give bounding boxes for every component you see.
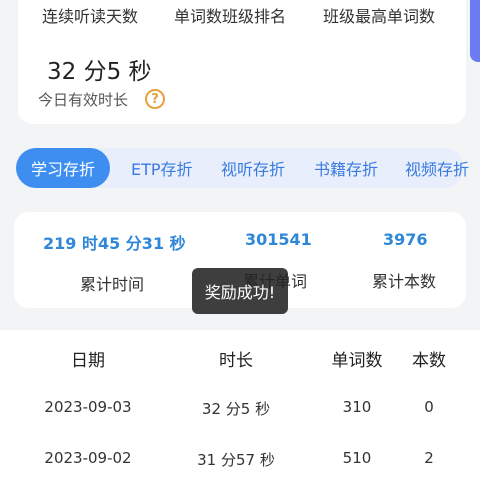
- tab-study-passbook[interactable]: 学习存折: [16, 148, 110, 188]
- stat-consecutive-days-label: 连续听读天数: [42, 7, 139, 26]
- reward-success-toast: 奖励成功!: [192, 268, 288, 314]
- table-header-duration: 时长: [219, 351, 253, 371]
- today-duration-label: 今日有效时长: [38, 91, 129, 109]
- total-books-label: 累计本数: [372, 272, 437, 291]
- stat-labels-row: 连续听读天数 单词数班级排名 班级最高单词数: [0, 0, 480, 28]
- today-duration-value: 32 分5 秒: [47, 59, 152, 85]
- stat-class-max-label: 班级最高单词数: [323, 7, 436, 26]
- table-cell-date: 2023-09-02: [44, 449, 132, 467]
- total-books-value: 3976: [383, 230, 428, 249]
- passbook-tabs: 学习存折 ETP存折 视听存折 书籍存折 视频存折: [16, 148, 469, 188]
- table-header-words: 单词数: [331, 351, 383, 371]
- total-words-value: 301541: [245, 230, 312, 249]
- table-cell-duration: 31 分57 秒: [197, 451, 275, 469]
- stat-class-rank-label: 单词数班级排名: [174, 7, 287, 26]
- tab-book-passbook[interactable]: 书籍存折: [314, 148, 378, 188]
- total-time-label: 累计时间: [80, 275, 145, 294]
- table-cell-date: 2023-09-03: [44, 398, 132, 416]
- table-cell-words: 310: [342, 398, 372, 416]
- table-header-date: 日期: [71, 351, 105, 371]
- help-icon[interactable]: ?: [145, 89, 165, 109]
- table-cell-words: 510: [342, 449, 372, 467]
- total-time-value: 219 时45 分31 秒: [43, 234, 186, 253]
- tab-audiovisual-passbook[interactable]: 视听存折: [221, 148, 285, 188]
- tab-etp-passbook[interactable]: ETP存折: [131, 148, 193, 188]
- table-cell-books: 2: [424, 449, 434, 467]
- table-cell-duration: 32 分5 秒: [201, 400, 271, 418]
- table-cell-books: 0: [424, 398, 434, 416]
- table-header-books: 本数: [412, 351, 446, 371]
- tab-video-passbook[interactable]: 视频存折: [405, 148, 469, 188]
